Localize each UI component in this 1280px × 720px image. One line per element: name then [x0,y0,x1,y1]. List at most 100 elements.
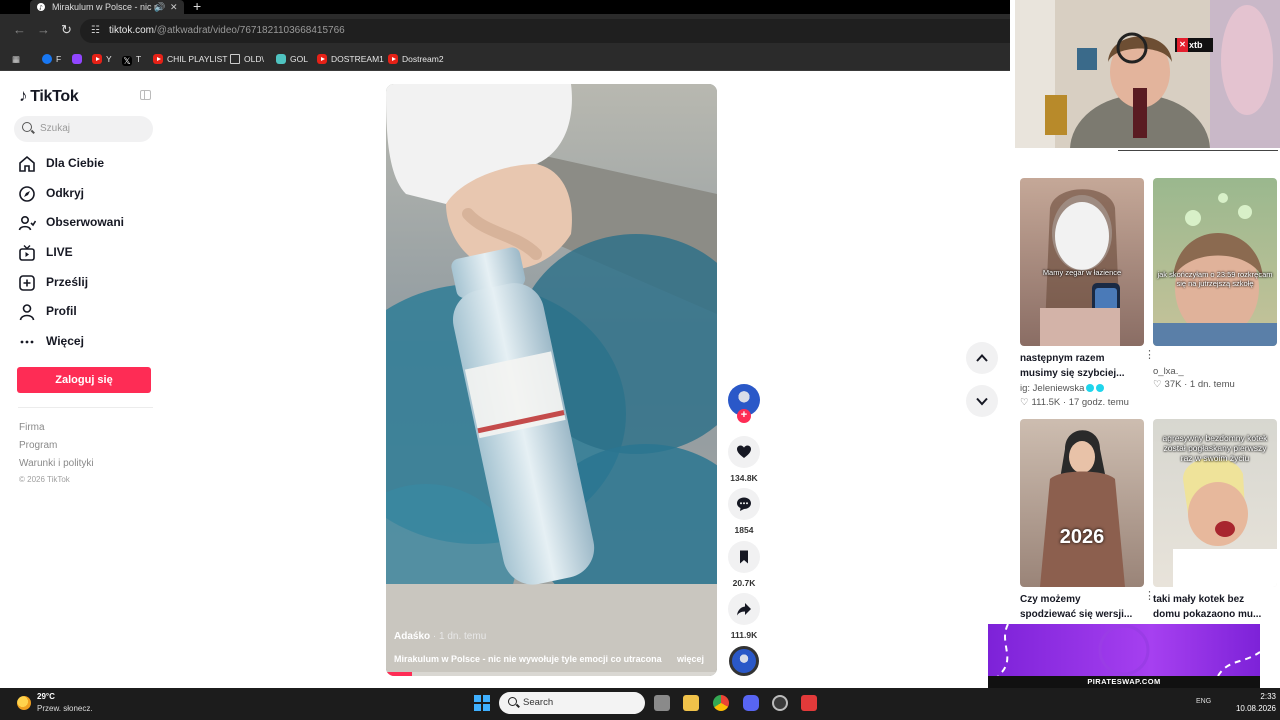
svg-text:♪: ♪ [39,5,43,12]
feed-item-author[interactable]: o_lxa._ [1153,366,1184,377]
browser-toolbar: ← → ↻ ☷ tiktok.com/@atkwadrat/video/7671… [0,14,1016,47]
windows-start-icon[interactable] [474,695,490,711]
video-progress-bar[interactable] [386,672,717,676]
more-options-icon[interactable]: ⋮ [1276,348,1280,361]
thumbnail-image [1040,430,1125,587]
youtube-icon [388,54,398,64]
follow-plus-icon[interactable]: + [737,409,751,423]
video-frame [386,84,717,676]
task-view-icon[interactable] [654,695,670,711]
tiktok-logo[interactable]: ♪ TikTok [19,86,79,106]
streamer-webcam: xtb [1015,0,1280,148]
feed-item-title[interactable]: Czy możemy spodziewać się wersji... [1020,592,1138,622]
apps-grid-icon[interactable]: ▦ [12,53,20,65]
share-button[interactable] [728,593,760,625]
feed-item-author[interactable]: ig: Jeleniewska [1020,383,1105,394]
weather-sun-icon[interactable] [17,696,31,710]
nav-item-profile[interactable]: Profil [18,301,168,323]
bookmark-youtube[interactable]: Y [92,53,112,65]
thumbnail-image [1040,189,1120,346]
webcam-divider [1118,150,1278,151]
compass-icon [19,186,35,202]
nav-item-for-you[interactable]: Dla Ciebie [18,153,168,175]
site-info-icon[interactable]: ☷ [91,25,100,36]
copyright: © 2026 TikTok [19,475,70,484]
heart-outline-icon: ♡ [1153,379,1162,390]
feed-thumbnail[interactable]: Mamy zegar w łazience [1020,178,1144,346]
bookmark-twitch[interactable] [72,53,86,65]
footer-link-company[interactable]: Firma [19,422,45,433]
chrome-icon[interactable] [713,695,729,711]
feed-item-meta: ♡ 111.5K · 17 godz. temu [1020,397,1129,408]
bookmark-gol[interactable]: GOL [276,53,308,65]
feed-thumbnail[interactable]: agresywny bezdomny kotek został pogłaska… [1153,419,1277,587]
share-icon [737,603,751,616]
nav-item-upload[interactable]: Prześlij [18,272,168,294]
bookmark-dostream1[interactable]: DOSTREAM1 [317,53,384,65]
music-disc-icon[interactable] [729,646,759,676]
caption-more-button[interactable]: więcej [677,654,704,664]
heart-icon [737,445,751,458]
discord-icon[interactable] [743,695,759,711]
video-author[interactable]: Adaśko · 1 dn. temu [394,631,486,642]
sidebar-divider [18,407,153,408]
bookmark-facebook[interactable]: F [42,53,61,65]
file-explorer-icon[interactable] [683,695,699,711]
more-options-icon[interactable]: ⋮ [1144,348,1155,361]
search-input[interactable]: Szukaj [14,116,153,142]
nav-item-following[interactable]: Obserwowani [18,212,168,234]
share-count: 111.9K [730,630,758,640]
bookmark-folder-old[interactable]: OLD\ [230,53,264,65]
url-text[interactable]: tiktok.com/@atkwadrat/video/767182110366… [109,25,345,36]
promo-text: PIRATESWAP.COM [1087,677,1161,686]
thumbnail-overlay-text: jak skończyłam o 23:59 rozkręcam się na … [1157,270,1273,288]
tab-close-icon[interactable]: ✕ [170,0,178,14]
taskbar-clock[interactable]: 2:33 10.08.2026 [1224,691,1276,715]
browser-tab-active[interactable]: ♪ Mirakulum w Polsce - nic n 🔊 ✕ [30,0,184,14]
new-tab-button[interactable]: + [193,0,201,14]
next-video-button[interactable] [966,385,998,417]
following-icon [18,215,36,231]
bookmark-chill-playlist[interactable]: CHIL PLAYLIST [153,53,227,65]
feed-thumbnail[interactable]: jak skończyłam o 23:59 rozkręcam się na … [1153,178,1277,346]
bookmark-dostream2[interactable]: Dostream2 [388,53,444,65]
save-button[interactable] [728,541,760,573]
feed-thumbnail[interactable]: 2026 [1020,419,1144,587]
more-options-icon[interactable]: ⋮ [1276,589,1280,602]
footer-link-program[interactable]: Program [19,440,57,451]
app-icon[interactable] [772,695,788,711]
video-player[interactable]: Adaśko · 1 dn. temu Mirakulum w Polsce -… [386,84,717,676]
back-arrow-icon[interactable]: ← [13,23,26,37]
tab-audio-icon[interactable]: 🔊 [154,0,165,14]
footer-link-terms[interactable]: Warunki i polityki [19,458,94,469]
taskbar-search[interactable]: Search [499,692,645,714]
video-caption: Mirakulum w Polsce - nic nie wywołuje ty… [394,654,662,664]
nav-item-more[interactable]: Więcej [18,331,168,353]
search-placeholder: Szukaj [40,123,71,134]
thumbnail-overlay-text: Mamy zegar w łazience [1042,268,1122,277]
upload-icon [19,275,35,291]
chevron-up-icon [976,354,988,362]
feed-item-title[interactable]: następnym razem musimy się szybciej... [1020,351,1138,381]
right-panel: xtb Mamy zegar w łazience następnym raze… [1010,0,1280,688]
forward-arrow-icon[interactable]: → [37,23,50,37]
previous-video-button[interactable] [966,342,998,374]
nav-item-discover[interactable]: Odkryj [18,183,168,205]
bookmark-x[interactable]: 𝕏T [122,53,141,66]
like-button[interactable] [728,436,760,468]
login-button[interactable]: Zaloguj się [17,367,151,393]
feed-item-title[interactable]: taki mały kotek bez domu pokazaono mu... [1153,592,1271,622]
language-indicator[interactable]: ENG [1196,698,1211,705]
heart-outline-icon: ♡ [1020,397,1029,408]
app-icon[interactable] [801,695,817,711]
like-count: 134.8K [730,473,758,483]
collapse-sidebar-icon[interactable] [140,90,151,100]
reload-icon[interactable]: ↻ [61,23,72,37]
save-count: 20.7K [732,578,756,588]
nav-item-live[interactable]: LIVE [18,242,168,264]
weather-temperature[interactable]: 29°C [37,692,55,701]
youtube-icon [317,54,327,64]
address-bar[interactable]: ☷ tiktok.com/@atkwadrat/video/7671821103… [80,19,1016,43]
comment-button[interactable] [728,488,760,520]
weather-description[interactable]: Przew. słonecz. [37,704,93,713]
